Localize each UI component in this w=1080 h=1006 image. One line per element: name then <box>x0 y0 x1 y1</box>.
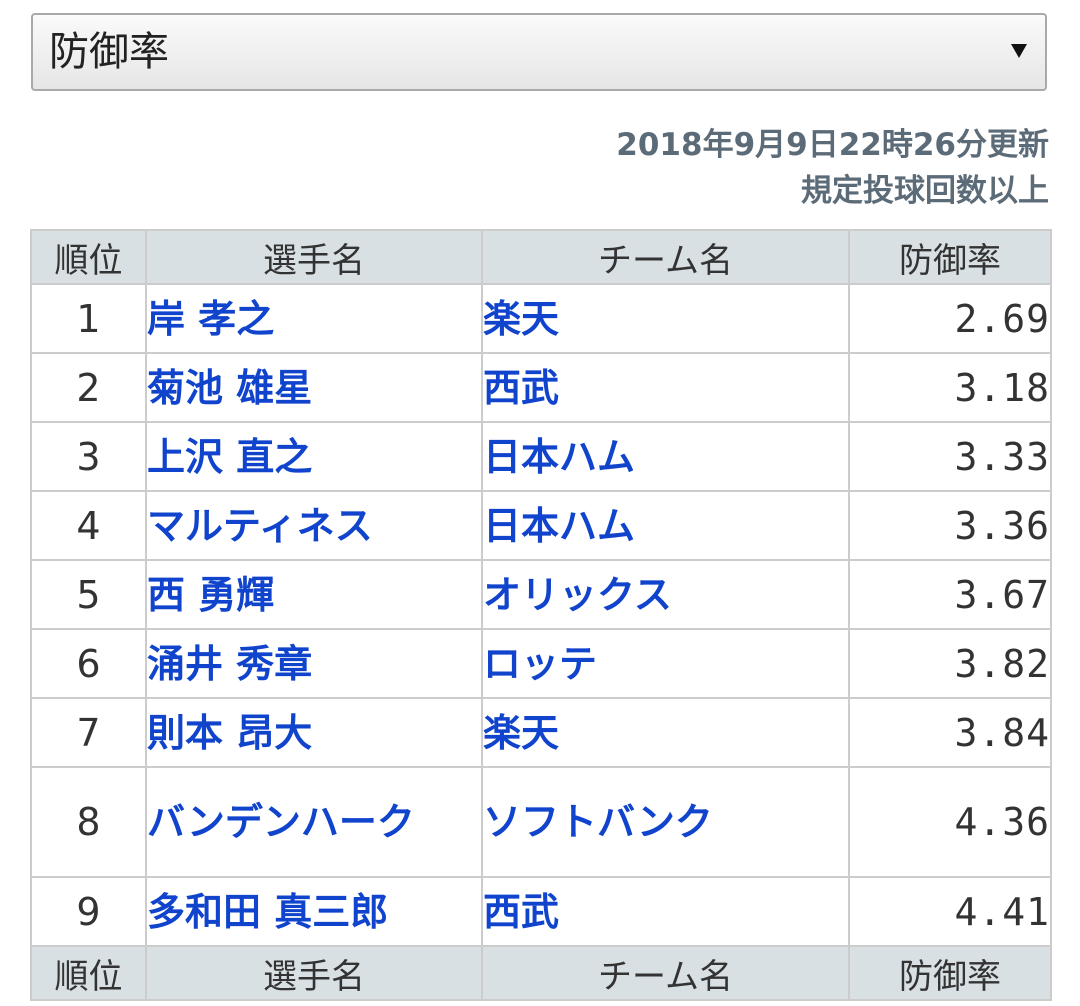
player-link[interactable]: 則本 昂大 <box>145 697 483 768</box>
player-link[interactable]: 岸 孝之 <box>145 283 483 354</box>
player-link[interactable]: 西 勇輝 <box>145 559 483 630</box>
footer-era: 防御率 <box>848 945 1052 1001</box>
team-link[interactable]: 西武 <box>481 876 850 947</box>
table-row: 7 則本 昂大 楽天 3.84 <box>30 697 1052 768</box>
rank-cell: 5 <box>30 559 147 630</box>
table-row: 8 バンデンハーク ソフトバンク 4.36 <box>30 766 1052 878</box>
era-cell: 4.36 <box>848 766 1052 878</box>
player-link[interactable]: 多和田 真三郎 <box>145 876 483 947</box>
rank-cell: 1 <box>30 283 147 354</box>
era-cell: 3.33 <box>848 421 1052 492</box>
team-link[interactable]: 日本ハム <box>481 421 850 492</box>
era-cell: 3.67 <box>848 559 1052 630</box>
stat-category-select[interactable]: 防御率 <box>31 13 1047 91</box>
era-cell: 3.82 <box>848 628 1052 699</box>
era-cell: 3.84 <box>848 697 1052 768</box>
dropdown-arrow-icon <box>1011 44 1027 58</box>
player-link[interactable]: バンデンハーク <box>145 766 483 878</box>
player-link[interactable]: マルティネス <box>145 490 483 561</box>
era-cell: 3.18 <box>848 352 1052 423</box>
rank-cell: 6 <box>30 628 147 699</box>
table-footer-row: 順位 選手名 チーム名 防御率 <box>30 945 1052 1001</box>
qualification-note: 規定投球回数以上 <box>801 173 1049 209</box>
rank-cell: 7 <box>30 697 147 768</box>
player-link[interactable]: 涌井 秀章 <box>145 628 483 699</box>
table-row: 4 マルティネス 日本ハム 3.36 <box>30 490 1052 561</box>
header-team: チーム名 <box>481 229 850 285</box>
team-link[interactable]: 楽天 <box>481 697 850 768</box>
era-cell: 4.41 <box>848 876 1052 947</box>
team-link[interactable]: オリックス <box>481 559 850 630</box>
header-rank: 順位 <box>30 229 147 285</box>
table-row: 6 涌井 秀章 ロッテ 3.82 <box>30 628 1052 699</box>
rank-cell: 3 <box>30 421 147 492</box>
team-link[interactable]: 楽天 <box>481 283 850 354</box>
header-era: 防御率 <box>848 229 1052 285</box>
table-row: 2 菊池 雄星 西武 3.18 <box>30 352 1052 423</box>
player-name[interactable]: バンデンハーク <box>147 802 417 842</box>
table-row: 5 西 勇輝 オリックス 3.67 <box>30 559 1052 630</box>
update-info: 2018年9月9日22時26分更新 規定投球回数以上 <box>616 122 1049 214</box>
team-link[interactable]: ソフトバンク <box>481 766 850 878</box>
stat-category-selected-value: 防御率 <box>49 29 169 75</box>
team-link[interactable]: 西武 <box>481 352 850 423</box>
era-cell: 3.36 <box>848 490 1052 561</box>
rank-cell: 2 <box>30 352 147 423</box>
table-row: 3 上沢 直之 日本ハム 3.33 <box>30 421 1052 492</box>
footer-team: チーム名 <box>481 945 850 1001</box>
table-header-row: 順位 選手名 チーム名 防御率 <box>30 229 1052 285</box>
header-player: 選手名 <box>145 229 483 285</box>
player-link[interactable]: 菊池 雄星 <box>145 352 483 423</box>
player-link[interactable]: 上沢 直之 <box>145 421 483 492</box>
team-link[interactable]: 日本ハム <box>481 490 850 561</box>
era-cell: 2.69 <box>848 283 1052 354</box>
table-row: 1 岸 孝之 楽天 2.69 <box>30 283 1052 354</box>
update-timestamp: 2018年9月9日22時26分更新 <box>616 127 1049 163</box>
rank-cell: 4 <box>30 490 147 561</box>
table-row: 9 多和田 真三郎 西武 4.41 <box>30 876 1052 947</box>
ranking-table: 順位 選手名 チーム名 防御率 1 岸 孝之 楽天 2.69 2 菊池 雄星 西… <box>30 229 1052 1001</box>
rank-cell: 9 <box>30 876 147 947</box>
rank-cell: 8 <box>30 766 147 878</box>
team-link[interactable]: ロッテ <box>481 628 850 699</box>
footer-player: 選手名 <box>145 945 483 1001</box>
footer-rank: 順位 <box>30 945 147 1001</box>
